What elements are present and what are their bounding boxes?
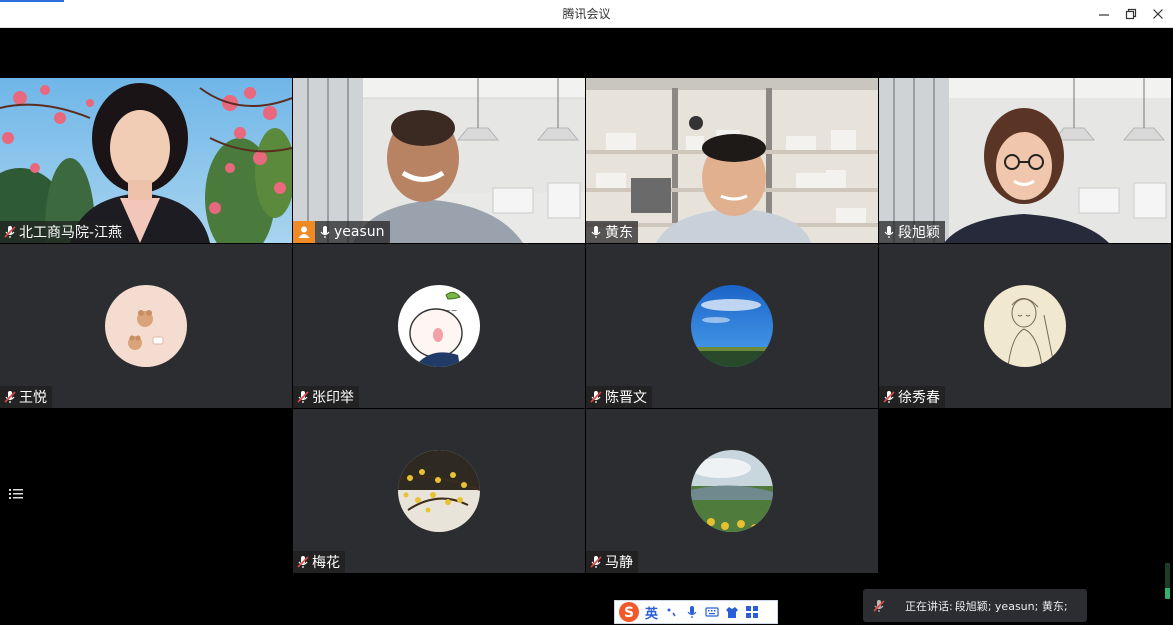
svg-text:~~: ~~ [444, 306, 457, 315]
participant-name: 陈晋文 [605, 390, 647, 406]
mic-muted-icon [871, 598, 887, 614]
participant-avatar [691, 285, 773, 367]
toolbox-grid-icon[interactable] [744, 604, 760, 620]
close-button[interactable] [1144, 0, 1172, 28]
participant-tile-10[interactable]: 马静 [586, 409, 878, 573]
restore-button[interactable] [1117, 0, 1145, 28]
participant-name: 梅花 [312, 555, 340, 571]
list-icon [9, 489, 23, 499]
signal-strength-indicator [1165, 563, 1170, 599]
minimize-button[interactable] [1090, 0, 1118, 28]
participant-name: 段旭颖 [898, 225, 940, 241]
participant-name-tag: 段旭颖 [879, 221, 945, 243]
participant-tile-6[interactable]: ~~ 张印举 [293, 244, 585, 408]
participant-tile-4[interactable]: 段旭颖 [879, 78, 1171, 243]
participant-avatar: ~~ [398, 285, 480, 367]
minimize-icon [1099, 14, 1109, 16]
participant-tile-1[interactable]: 北工商马院-江燕 [0, 78, 292, 243]
restore-icon [1125, 8, 1137, 20]
host-badge-icon [293, 221, 315, 243]
voice-input-icon[interactable] [684, 604, 700, 620]
participant-name-tag: 黄东 [586, 221, 638, 243]
mic-muted-icon [589, 555, 603, 569]
mic-muted-icon [882, 390, 896, 404]
punctuation-icon[interactable] [664, 604, 680, 620]
mic-muted-icon [296, 555, 310, 569]
participant-video-3 [586, 78, 878, 243]
speaking-label: 正在讲话: [905, 599, 953, 613]
participant-video-1 [0, 78, 292, 243]
participant-name: yeasun [334, 224, 385, 240]
mic-muted-icon [589, 390, 603, 404]
participant-video-4 [879, 78, 1171, 243]
meeting-window: 腾讯会议 北工商马院-江燕 yeasun 黄东 段旭颖 王悦 ~~ 张印举 陈晋… [0, 0, 1173, 625]
speaking-names: 段旭颖; yeasun; 黄东; [954, 599, 1068, 613]
mic-icon [318, 225, 332, 239]
mic-icon [882, 225, 896, 239]
participant-name-tag: yeasun [293, 221, 390, 243]
participant-tile-5[interactable]: 王悦 [0, 244, 292, 408]
participant-name-tag: 梅花 [293, 551, 345, 573]
participant-name: 王悦 [19, 390, 47, 406]
keyboard-icon[interactable] [704, 604, 720, 620]
mic-muted-icon [296, 390, 310, 404]
participant-name: 黄东 [605, 225, 633, 241]
participant-name: 北工商马院-江燕 [19, 225, 123, 241]
participant-tile-7[interactable]: 陈晋文 [586, 244, 878, 408]
participant-tile-3[interactable]: 黄东 [586, 78, 878, 243]
sogou-logo-icon[interactable]: S [617, 601, 641, 623]
participant-avatar [691, 450, 773, 532]
participant-name-tag: 张印举 [293, 386, 359, 408]
participant-tile-2[interactable]: yeasun [293, 78, 585, 243]
participant-tile-8[interactable]: 徐秀春 [879, 244, 1171, 408]
mic-muted-icon [3, 390, 17, 404]
participant-name: 马静 [605, 555, 633, 571]
participant-name-tag: 马静 [586, 551, 638, 573]
participant-avatar [398, 450, 480, 532]
participant-list-button[interactable] [8, 486, 24, 502]
participant-name: 徐秀春 [898, 390, 940, 406]
participant-name-tag: 王悦 [0, 386, 52, 408]
participant-name-tag: 陈晋文 [586, 386, 652, 408]
participant-video-2 [293, 78, 585, 243]
mic-icon [589, 225, 603, 239]
mic-muted-icon [3, 225, 17, 239]
ime-language-toggle[interactable]: 英 [645, 603, 658, 622]
skin-shirt-icon[interactable] [724, 604, 740, 620]
title-bar: 腾讯会议 [0, 0, 1173, 28]
participant-tile-9[interactable]: 梅花 [293, 409, 585, 573]
participant-avatar [984, 285, 1066, 367]
close-icon [1153, 9, 1163, 19]
speaking-indicator: 正在讲话: 段旭颖; yeasun; 黄东; [863, 589, 1087, 622]
svg-text:S: S [624, 605, 634, 621]
window-title: 腾讯会议 [562, 7, 611, 21]
participant-name: 张印举 [312, 390, 354, 406]
participant-avatar [105, 285, 187, 367]
ime-toolbar[interactable]: S 英 [614, 600, 778, 624]
participant-name-tag: 北工商马院-江燕 [0, 221, 128, 243]
participant-name-tag: 徐秀春 [879, 386, 945, 408]
